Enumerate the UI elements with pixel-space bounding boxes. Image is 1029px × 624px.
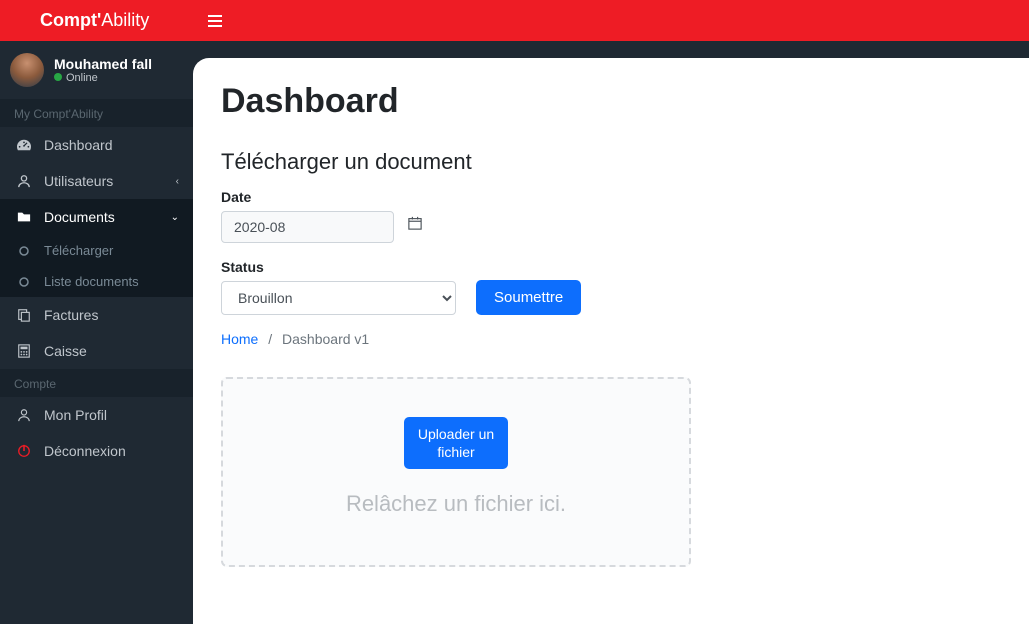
user-icon: [14, 174, 34, 188]
sidebar-item-documents[interactable]: Documents ⌄: [0, 199, 193, 235]
file-dropzone[interactable]: Uploader unfichier Relâchez un fichier i…: [221, 377, 691, 567]
page-title: Dashboard: [221, 82, 1001, 121]
sidebar-item-label: Déconnexion: [44, 443, 126, 459]
sidebar-item-label: Télécharger: [44, 243, 113, 258]
breadcrumb-current: Dashboard v1: [282, 331, 369, 347]
power-icon: [14, 444, 34, 458]
sidebar-item-label: Utilisateurs: [44, 173, 113, 189]
date-label: Date: [221, 189, 1001, 205]
date-input[interactable]: [221, 211, 394, 243]
chevron-down-icon: ⌄: [171, 212, 179, 223]
user-name: Mouhamed fall: [54, 56, 152, 72]
breadcrumb-sep: /: [268, 331, 272, 347]
sidebar-item-users[interactable]: Utilisateurs ‹: [0, 163, 193, 199]
status-label: Status: [221, 259, 456, 275]
sidebar-item-profile[interactable]: Mon Profil: [0, 397, 193, 433]
folder-icon: [14, 210, 34, 224]
sidebar-item-label: Documents: [44, 209, 115, 225]
sidebar-item-label: Mon Profil: [44, 407, 107, 423]
sidebar-item-cash[interactable]: Caisse: [0, 333, 193, 369]
section-title: Télécharger un document: [221, 149, 1001, 175]
breadcrumb-home[interactable]: Home: [221, 331, 258, 347]
brand-logo[interactable]: Compt'Ability: [0, 0, 193, 41]
chevron-left-icon: ‹: [176, 176, 179, 187]
sidebar: Mouhamed fall Online My Compt'Ability Da…: [0, 41, 193, 624]
avatar: [10, 53, 44, 87]
sidebar-item-label: Factures: [44, 307, 98, 323]
status-select[interactable]: Brouillon: [221, 281, 456, 315]
user-panel[interactable]: Mouhamed fall Online: [0, 41, 193, 99]
breadcrumb: Home / Dashboard v1: [221, 331, 1001, 347]
menu-toggle[interactable]: [193, 15, 237, 27]
user-outline-icon: [14, 408, 34, 422]
calendar-icon[interactable]: [408, 216, 422, 238]
circle-icon: [14, 246, 34, 256]
user-status: Online: [54, 72, 152, 84]
sidebar-sub-download[interactable]: Télécharger: [0, 235, 193, 266]
sidebar-item-dashboard[interactable]: Dashboard: [0, 127, 193, 163]
circle-icon: [14, 277, 34, 287]
nav-header-account: Compte: [0, 369, 193, 397]
copy-icon: [14, 308, 34, 322]
tachometer-icon: [14, 138, 34, 152]
upload-file-button[interactable]: Uploader unfichier: [404, 417, 508, 469]
sidebar-item-invoices[interactable]: Factures: [0, 297, 193, 333]
drop-hint: Relâchez un fichier ici.: [346, 491, 566, 517]
nav-header-app: My Compt'Ability: [0, 99, 193, 127]
submit-button[interactable]: Soumettre: [476, 280, 581, 315]
calculator-icon: [14, 344, 34, 358]
sidebar-item-label: Caisse: [44, 343, 87, 359]
sidebar-item-label: Liste documents: [44, 274, 139, 289]
sidebar-sub-list-documents[interactable]: Liste documents: [0, 266, 193, 297]
sidebar-item-logout[interactable]: Déconnexion: [0, 433, 193, 469]
hamburger-icon: [208, 15, 222, 27]
sidebar-item-label: Dashboard: [44, 137, 113, 153]
status-dot-icon: [54, 73, 62, 81]
